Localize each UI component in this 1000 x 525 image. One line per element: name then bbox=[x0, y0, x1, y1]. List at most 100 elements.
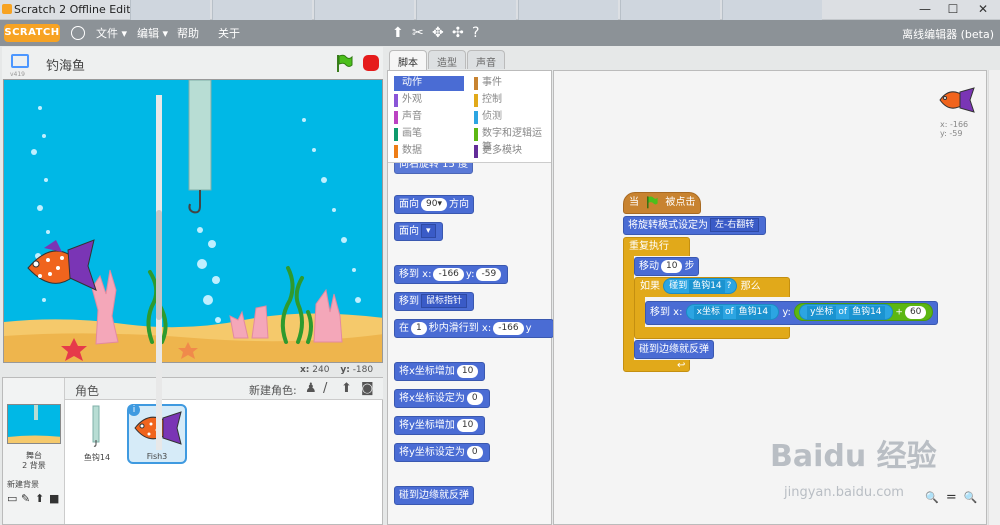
new-backdrop-label: 新建背景 bbox=[7, 480, 39, 489]
browser-tab[interactable] bbox=[314, 0, 414, 20]
window-titlebar: Scratch 2 Offline Editor — ☐ ✕ bbox=[0, 0, 1000, 20]
touching-condition[interactable]: 碰到 鱼钩14? bbox=[663, 278, 738, 294]
maximize-button[interactable]: ☐ bbox=[940, 0, 966, 18]
menu-help[interactable]: 帮助 bbox=[177, 25, 199, 41]
palette-block-goto[interactable]: 移到 鼠标指针 bbox=[394, 292, 475, 311]
tab-scripts[interactable]: 脚本 bbox=[389, 50, 427, 71]
palette-block-bounce[interactable]: 碰到边缘就反弹 bbox=[394, 486, 474, 505]
upload-backdrop-icon[interactable]: ✎ bbox=[21, 492, 30, 505]
script-block-move[interactable]: 移动 10 步 bbox=[634, 257, 700, 276]
y-of-sensor[interactable]: y坐标 of 鱼钩14 bbox=[799, 304, 893, 320]
stage-thumbnail[interactable] bbox=[7, 404, 61, 444]
palette-block-set-y[interactable]: 将y坐标设定为 0 bbox=[394, 443, 490, 462]
stage-thumb-area: 舞台 2 背景 新建背景 ▭ ✎ ⬆ ■ bbox=[3, 378, 65, 524]
category-data[interactable]: 数据 bbox=[394, 144, 422, 159]
category-control[interactable]: 控制 bbox=[474, 93, 502, 108]
project-title[interactable]: 钓海鱼 bbox=[46, 55, 85, 74]
sprite-name: Fish3 bbox=[146, 452, 168, 461]
category-sensing[interactable]: 侦测 bbox=[474, 110, 502, 125]
stop-button[interactable] bbox=[363, 55, 379, 71]
category-sound[interactable]: 声音 bbox=[394, 110, 422, 125]
menu-edit[interactable]: 编辑 ▾ bbox=[137, 25, 168, 41]
block-palette: 动作 事件 外观 控制 声音 侦测 画笔 数字和逻辑运算 数据 更多模块 向右旋… bbox=[387, 70, 554, 525]
category-looks[interactable]: 外观 bbox=[394, 93, 422, 108]
stage-backdrops-count: 2 背景 bbox=[22, 461, 46, 470]
offline-editor-label: 离线编辑器 (beta) bbox=[902, 28, 994, 41]
browser-tab[interactable] bbox=[518, 0, 618, 20]
shrink-icon[interactable]: ✣ bbox=[452, 25, 464, 41]
menubar: SCRATCH 文件 ▾ 编辑 ▾ 帮助 关于 ⬆ ✂ ✥ ✣ ? 离线编辑器 … bbox=[0, 20, 1000, 46]
chevron-down-icon[interactable]: ▾ bbox=[421, 224, 436, 238]
hook-thumbnail bbox=[92, 405, 100, 447]
stage-scene bbox=[4, 80, 382, 362]
category-more-blocks[interactable]: 更多模块 bbox=[474, 144, 522, 159]
category-list: 动作 事件 外观 控制 声音 侦测 画笔 数字和逻辑运算 数据 更多模块 bbox=[388, 71, 551, 163]
script-block-rotation-style[interactable]: 将旋转模式设定为 左-右翻转 bbox=[623, 216, 767, 235]
zoom-out-icon[interactable]: 🔍 bbox=[925, 491, 939, 504]
palette-block-change-x[interactable]: 将x坐标增加 10 bbox=[394, 362, 486, 381]
fullscreen-icon[interactable] bbox=[11, 54, 29, 68]
script-block-bounce[interactable]: 碰到边缘就反弹 bbox=[634, 340, 714, 359]
sprite-tile-hook[interactable]: 鱼钩14 bbox=[67, 404, 127, 464]
menu-file[interactable]: 文件 ▾ bbox=[96, 25, 127, 41]
version-label: v419 bbox=[10, 71, 26, 78]
sprite-name: 鱼钩14 bbox=[83, 453, 111, 462]
stage-canvas[interactable] bbox=[3, 79, 383, 363]
category-operators[interactable]: 数字和逻辑运算 bbox=[474, 127, 551, 153]
plus-operator[interactable]: y坐标 of 鱼钩14 +60 bbox=[794, 303, 934, 321]
script-hat-green-flag[interactable]: 当 被点击 bbox=[623, 192, 702, 214]
palette-block-change-y[interactable]: 将y坐标增加 10 bbox=[394, 416, 486, 435]
minimize-button[interactable]: — bbox=[912, 0, 938, 18]
window-title: Scratch 2 Offline Editor bbox=[14, 3, 142, 16]
paint-backdrop-icon[interactable]: ▭ bbox=[7, 492, 17, 505]
script-block-goto-xy[interactable]: 移到 x: x坐标 of 鱼钩14 y: y坐标 of 鱼钩14 +60 bbox=[645, 301, 939, 325]
scratch-logo: SCRATCH bbox=[4, 24, 60, 42]
tab-sounds[interactable]: 声音 bbox=[467, 50, 505, 69]
zoom-in-icon[interactable]: 🔍 bbox=[964, 491, 978, 504]
browser-tab[interactable] bbox=[620, 0, 720, 20]
new-sprite-label: 新建角色: bbox=[249, 384, 297, 397]
grow-icon[interactable]: ✥ bbox=[432, 25, 444, 41]
stage-header: v419 钓海鱼 bbox=[2, 47, 383, 79]
palette-block-point-direction[interactable]: 面向 90▾ 方向 bbox=[394, 195, 474, 214]
green-flag-icon bbox=[647, 196, 658, 209]
paint-sprite-icon[interactable]: / bbox=[323, 381, 327, 396]
menu-about[interactable]: 关于 bbox=[218, 25, 240, 41]
script-scrollbar[interactable] bbox=[988, 70, 1000, 525]
x-of-sensor[interactable]: x坐标 of 鱼钩14 bbox=[685, 304, 780, 320]
duplicate-icon[interactable]: ⬆ bbox=[392, 25, 404, 41]
camera-sprite-icon[interactable]: ◙ bbox=[361, 381, 374, 396]
palette-block-goto-xy[interactable]: 移到 x: -166 y: -59 bbox=[394, 265, 509, 284]
sprites-title: 角色 bbox=[75, 384, 100, 398]
green-flag-icon[interactable] bbox=[334, 53, 354, 73]
zoom-controls: 🔍 = 🔍 bbox=[925, 490, 978, 505]
camera-icon[interactable]: ■ bbox=[49, 492, 59, 505]
palette-block-set-x[interactable]: 将x坐标设定为 0 bbox=[394, 389, 490, 408]
choose-sprite-icon[interactable]: ♟ bbox=[305, 381, 317, 396]
palette-block-point-towards[interactable]: 面向 ▾ bbox=[394, 222, 443, 241]
current-sprite-thumbnail bbox=[939, 87, 975, 113]
browser-tab[interactable] bbox=[416, 0, 516, 20]
browser-tab[interactable] bbox=[130, 0, 210, 20]
sprites-header: 角色 新建角色: ♟ / ⬆ ◙ bbox=[65, 378, 383, 400]
palette-block-glide[interactable]: 在 1 秒内滑行到 x: -166 y bbox=[394, 319, 554, 338]
camera-backdrop-icon[interactable]: ⬆ bbox=[35, 492, 44, 505]
category-events[interactable]: 事件 bbox=[474, 76, 502, 91]
repeat-arrow-icon: ↩ bbox=[677, 360, 686, 371]
help-icon[interactable]: ? bbox=[472, 25, 479, 41]
tab-costumes[interactable]: 造型 bbox=[428, 50, 466, 69]
browser-tab[interactable] bbox=[212, 0, 312, 20]
close-button[interactable]: ✕ bbox=[970, 0, 996, 18]
zoom-reset-icon[interactable]: = bbox=[946, 490, 957, 505]
sprite-info-badge[interactable]: i bbox=[128, 404, 140, 416]
globe-icon[interactable] bbox=[71, 26, 85, 40]
app-icon bbox=[2, 4, 12, 14]
upload-sprite-icon[interactable]: ⬆ bbox=[341, 381, 352, 396]
watermark-url: jingyan.baidu.com bbox=[784, 485, 904, 500]
palette-scrollbar-thumb[interactable] bbox=[156, 210, 162, 320]
sprites-panel: 舞台 2 背景 新建背景 ▭ ✎ ⬆ ■ 角色 新建角色: ♟ / ⬆ ◙ 鱼钩… bbox=[2, 377, 383, 525]
delete-icon[interactable]: ✂ bbox=[412, 25, 424, 41]
category-motion[interactable]: 动作 bbox=[394, 76, 464, 91]
browser-tab[interactable] bbox=[722, 0, 822, 20]
category-pen[interactable]: 画笔 bbox=[394, 127, 422, 142]
